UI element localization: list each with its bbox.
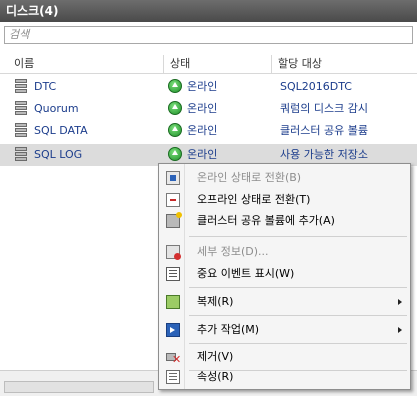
disk-icon xyxy=(14,123,29,137)
status-text: 온라인 xyxy=(187,148,218,161)
owner-cell: 쿼럼의 디스크 감시 xyxy=(280,102,368,115)
menu-item-more-actions[interactable]: 추가 작업(M) xyxy=(161,319,408,341)
search-input[interactable]: 검색 xyxy=(4,26,413,44)
menu-item-add-to-csv[interactable]: 클러스터 공유 볼륨에 추가(A) xyxy=(161,210,408,232)
menu-item-label: 속성(R) xyxy=(197,370,234,383)
menu-item-properties[interactable]: 속성(R) xyxy=(161,366,408,388)
disk-name-cell: DTC xyxy=(14,76,162,98)
properties-icon xyxy=(166,370,180,384)
menu-item-show-critical-events[interactable]: 중요 이벤트 표시(W) xyxy=(161,263,408,285)
remove-icon xyxy=(166,349,181,371)
menu-separator xyxy=(189,236,407,237)
menu-item-take-offline[interactable]: 오프라인 상태로 전환(T) xyxy=(161,189,408,211)
disk-name: DTC xyxy=(34,80,57,93)
menu-item-label: 오프라인 상태로 전환(T) xyxy=(197,193,311,206)
menu-item-label: 복제(R) xyxy=(197,295,234,308)
menu-item-label: 온라인 상태로 전환(B) xyxy=(197,171,302,184)
menu-item-label: 클러스터 공유 볼륨에 추가(A) xyxy=(197,214,335,227)
column-header-status[interactable]: 상태 xyxy=(164,55,272,73)
table-row[interactable]: DTC 온라인 SQL2016DTC xyxy=(0,76,417,98)
online-status-icon xyxy=(168,123,182,137)
context-menu: 온라인 상태로 전환(B) 오프라인 상태로 전환(T) 클러스터 공유 볼륨에… xyxy=(158,163,411,390)
menu-item-label: 중요 이벤트 표시(W) xyxy=(197,267,295,280)
menu-separator xyxy=(189,287,407,288)
table-row[interactable]: SQL DATA 온라인 클러스터 공유 볼륨 xyxy=(0,120,417,142)
disk-name: Quorum xyxy=(34,102,79,115)
menu-separator xyxy=(189,343,407,344)
owner-cell: 클러스터 공유 볼륨 xyxy=(280,124,368,137)
status-text: 온라인 xyxy=(187,102,218,115)
online-status-icon xyxy=(168,147,182,161)
disk-name: SQL DATA xyxy=(34,124,88,137)
status-text: 온라인 xyxy=(187,80,218,93)
panel-title: 디스크(4) xyxy=(0,0,417,22)
column-headers: 이름 상태 할당 대상 xyxy=(0,55,417,74)
menu-item-label: 세부 정보(D)... xyxy=(197,245,269,258)
menu-item-details[interactable]: 세부 정보(D)... xyxy=(161,241,408,263)
menu-item-bring-online[interactable]: 온라인 상태로 전환(B) xyxy=(161,167,408,189)
disk-name-cell: SQL LOG xyxy=(14,144,162,166)
online-status-icon xyxy=(168,101,182,115)
events-icon xyxy=(166,267,180,281)
table-row[interactable]: Quorum 온라인 쿼럼의 디스크 감시 xyxy=(0,98,417,120)
disk-icon xyxy=(14,101,29,115)
submenu-arrow-icon xyxy=(398,299,402,305)
status-cell: 온라인 xyxy=(168,76,274,98)
disk-name-cell: SQL DATA xyxy=(14,120,162,142)
column-header-name[interactable]: 이름 xyxy=(8,55,164,73)
disk-name: SQL LOG xyxy=(34,148,83,161)
replication-icon xyxy=(166,295,180,309)
owner-cell: SQL2016DTC xyxy=(280,80,352,93)
menu-separator xyxy=(189,315,407,316)
submenu-arrow-icon xyxy=(398,327,402,333)
horizontal-scrollbar[interactable] xyxy=(4,381,154,393)
more-actions-icon xyxy=(166,323,180,337)
menu-item-label: 추가 작업(M) xyxy=(197,323,260,336)
disk-name-cell: Quorum xyxy=(14,98,162,120)
menu-item-replication[interactable]: 복제(R) xyxy=(161,291,408,313)
details-icon xyxy=(166,245,181,260)
menu-item-remove[interactable]: 제거(V) xyxy=(161,346,408,371)
menu-item-label: 제거(V) xyxy=(197,350,234,363)
online-status-icon xyxy=(168,79,182,93)
add-csv-icon xyxy=(166,212,182,228)
status-cell: 온라인 xyxy=(168,98,274,120)
disk-icon xyxy=(14,79,29,93)
offline-state-icon xyxy=(166,193,180,207)
disk-icon xyxy=(14,147,29,161)
column-header-owner[interactable]: 할당 대상 xyxy=(272,55,417,73)
status-cell: 온라인 xyxy=(168,120,274,142)
online-state-icon xyxy=(166,171,180,185)
status-text: 온라인 xyxy=(187,124,218,137)
